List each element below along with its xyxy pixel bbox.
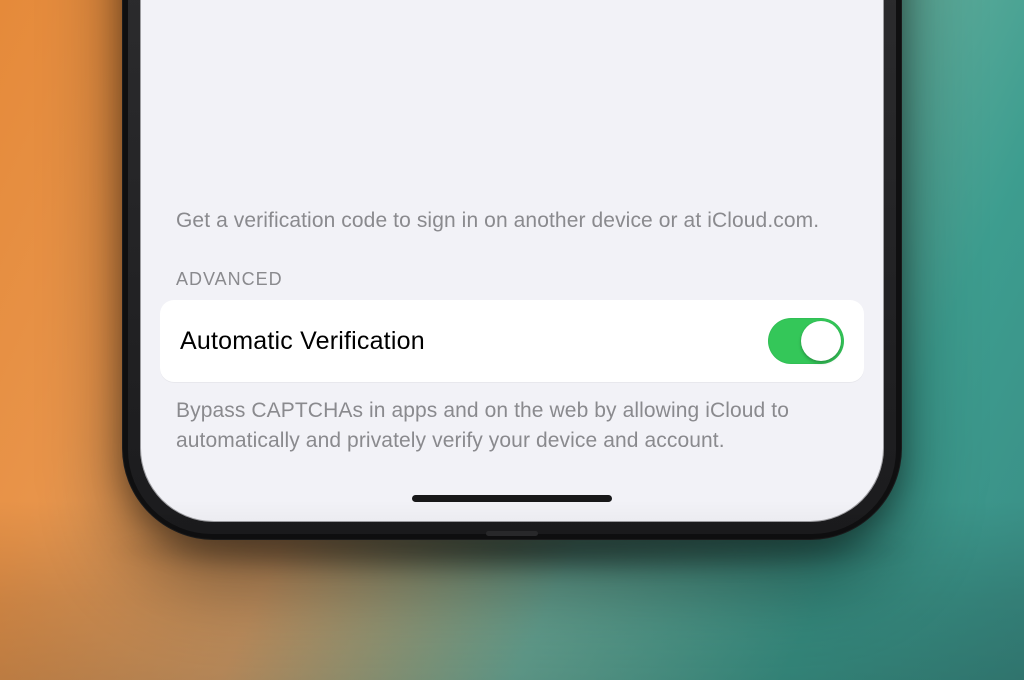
advanced-section-cellgroup: Automatic Verification [160,300,864,382]
automatic-verification-row[interactable]: Automatic Verification [160,300,864,382]
verification-code-footer: Get a verification code to sign in on an… [140,198,884,236]
toggle-knob-icon [801,321,841,361]
automatic-verification-footer: Bypass CAPTCHAs in apps and on the web b… [140,382,884,456]
iphone-screen: Get a verification code to sign in on an… [140,0,884,522]
home-indicator[interactable] [412,495,612,502]
iphone-frame: Get a verification code to sign in on an… [122,0,902,540]
advanced-section-header: ADVANCED [140,235,884,300]
automatic-verification-label: Automatic Verification [180,327,425,356]
gradient-backdrop: Get a verification code to sign in on an… [0,0,1024,680]
automatic-verification-toggle[interactable] [768,318,844,364]
settings-scrollview[interactable]: Get a verification code to sign in on an… [140,198,884,470]
charge-port-icon [486,531,538,536]
